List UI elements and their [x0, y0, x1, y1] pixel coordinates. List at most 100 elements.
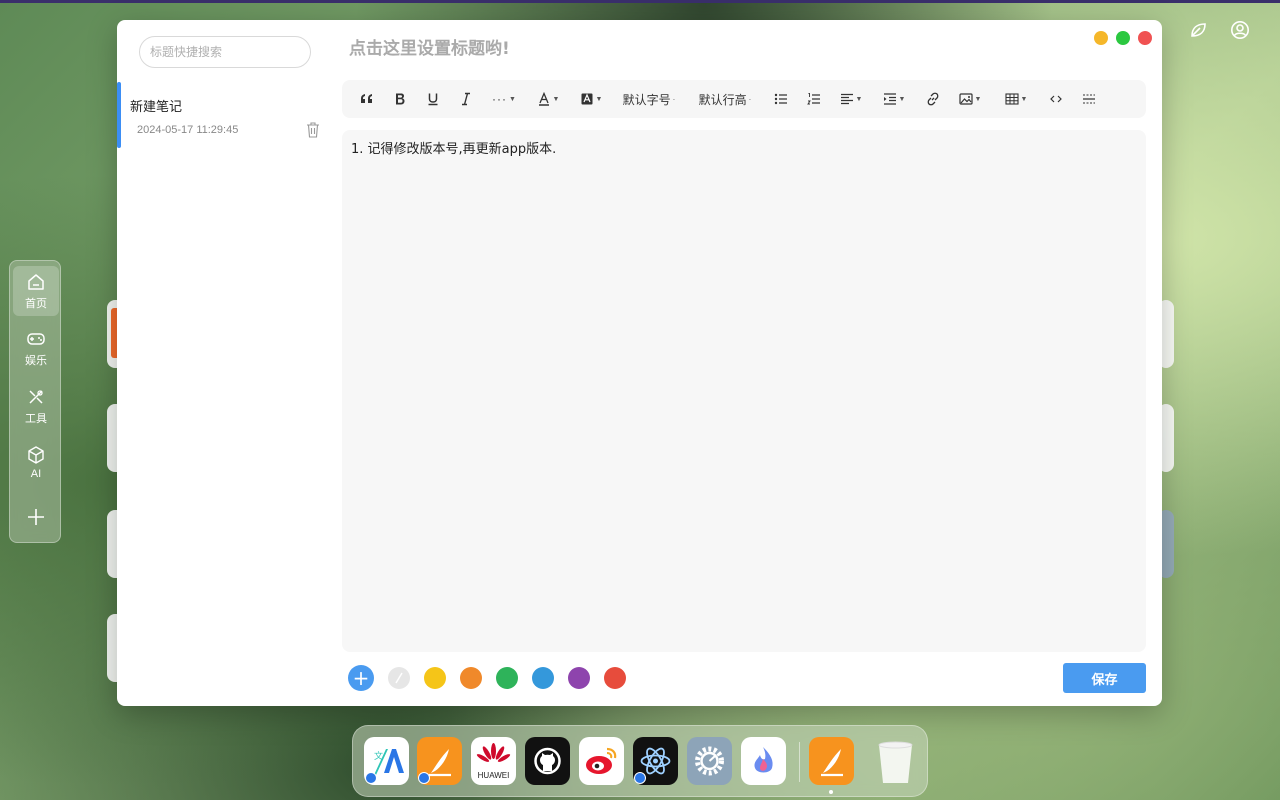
chevron-down-icon: ▼: [552, 95, 560, 103]
italic-button[interactable]: [449, 80, 482, 118]
align-dropdown[interactable]: ▼: [830, 80, 872, 118]
bold-icon: [395, 93, 404, 105]
editor-text-line: 1. 记得修改版本号,再更新app版本.: [351, 142, 557, 157]
window-controls: [1094, 31, 1152, 45]
link-icon: [927, 92, 938, 106]
more-icon: ···: [492, 92, 508, 106]
underline-icon: [428, 93, 437, 106]
translate-app[interactable]: 文: [364, 737, 409, 785]
chevron-down-icon: ▼: [595, 95, 603, 103]
font-color-dropdown[interactable]: ▼: [526, 80, 570, 118]
delete-icon[interactable]: [306, 122, 320, 138]
sidebar-item-label: AI: [30, 468, 42, 480]
bullet-list-button[interactable]: [764, 80, 797, 118]
running-indicator: [829, 790, 833, 794]
color-swatch-purple[interactable]: [568, 667, 590, 689]
indent-dropdown[interactable]: ▼: [872, 80, 916, 118]
tools-icon: [29, 390, 43, 404]
trash-app[interactable]: [873, 737, 918, 785]
quote-icon: [360, 94, 372, 103]
font-size-dropdown[interactable]: 默认字号 ·: [612, 80, 686, 118]
color-picker-row: +: [348, 665, 626, 691]
underline-button[interactable]: [416, 80, 449, 118]
bold-button[interactable]: [383, 80, 416, 118]
dock-separator: [799, 742, 800, 782]
user-icon[interactable]: [1230, 20, 1250, 44]
note-timestamp: 2024-05-17 11:29:45: [137, 124, 239, 136]
top-edge-bar: [0, 0, 1280, 3]
github-app[interactable]: [525, 737, 570, 785]
note-list-item[interactable]: 新建笔记 2024-05-17 11:29:45: [117, 82, 327, 148]
weibo-app[interactable]: [579, 737, 624, 785]
color-swatch-yellow[interactable]: [424, 667, 446, 689]
bullet-list-icon: [774, 93, 787, 105]
align-left-icon: [840, 93, 853, 105]
line-height-label: 默认行高: [698, 92, 747, 107]
link-badge-icon: [365, 772, 377, 784]
horizontal-rule-icon: [1083, 94, 1095, 104]
gamepad-icon: [27, 333, 45, 345]
indent-icon: [883, 93, 896, 105]
sidebar-item-label: 工具: [25, 413, 47, 425]
huawei-app[interactable]: HUAWEI: [471, 737, 516, 785]
trash-icon: [878, 741, 913, 783]
image-dropdown[interactable]: ▼: [949, 80, 991, 118]
notes-app-running[interactable]: [809, 737, 854, 785]
link-button[interactable]: [916, 80, 949, 118]
save-button[interactable]: 保存: [1063, 663, 1146, 693]
note-title-input[interactable]: [349, 34, 949, 64]
sidebar: 首页 娱乐 工具 AI: [9, 260, 61, 543]
svg-text:文: 文: [374, 750, 383, 762]
notes-app[interactable]: [417, 737, 462, 785]
close-button[interactable]: [1138, 31, 1152, 45]
link-badge-icon: [418, 772, 430, 784]
chevron-down-icon: ▼: [974, 95, 982, 103]
color-swatch-green[interactable]: [496, 667, 518, 689]
sidebar-item-home[interactable]: 首页: [13, 266, 59, 316]
color-swatch-none[interactable]: [388, 667, 410, 689]
search-input[interactable]: [150, 45, 300, 59]
add-color-button[interactable]: +: [348, 665, 374, 691]
divider-button[interactable]: [1071, 80, 1107, 118]
table-icon: [1004, 93, 1019, 105]
table-dropdown[interactable]: ▼: [991, 80, 1041, 118]
github-icon: [534, 747, 561, 775]
quote-button[interactable]: [350, 80, 383, 118]
background-color-dropdown[interactable]: ▼: [570, 80, 612, 118]
more-format-dropdown[interactable]: ··· ▼: [482, 80, 526, 118]
sidebar-item-entertainment[interactable]: 娱乐: [10, 329, 62, 368]
maximize-button[interactable]: [1116, 31, 1130, 45]
chevron-down-icon: ▼: [855, 95, 863, 103]
chevron-down-icon: ·: [672, 94, 676, 104]
home-icon: [28, 274, 44, 290]
editor-content[interactable]: 1. 记得修改版本号,再更新app版本.: [342, 130, 1146, 652]
line-height-dropdown[interactable]: 默认行高 ·: [686, 80, 764, 118]
editor-toolbar: ··· ▼ ▼ ▼ 默认字号 · 默认行高 · ▼ ▼ ▼ ▼: [342, 80, 1146, 118]
flame-icon: [754, 747, 773, 773]
chevron-down-icon: ·: [748, 94, 752, 104]
image-icon: [958, 93, 973, 105]
color-swatch-red[interactable]: [604, 667, 626, 689]
atom-app[interactable]: [633, 737, 678, 785]
code-button[interactable]: [1041, 80, 1071, 118]
sidebar-item-tools[interactable]: 工具: [10, 387, 62, 426]
notes-app-icon: [821, 749, 843, 777]
chevron-down-icon: ▼: [898, 95, 906, 103]
sidebar-item-label: 首页: [25, 298, 47, 310]
flame-app[interactable]: [741, 737, 786, 785]
color-swatch-blue[interactable]: [532, 667, 554, 689]
color-swatch-orange[interactable]: [460, 667, 482, 689]
settings-app[interactable]: [687, 737, 732, 785]
notes-window: 新建笔记 2024-05-17 11:29:45 ···▼ ▼ ▼: [117, 20, 1162, 706]
numbered-list-icon: [806, 93, 820, 105]
minimize-button[interactable]: [1094, 31, 1108, 45]
plus-icon: +: [352, 666, 370, 690]
sidebar-item-ai[interactable]: AI: [10, 445, 62, 480]
search-box[interactable]: [139, 36, 311, 68]
leaf-icon[interactable]: [1188, 20, 1208, 44]
chevron-down-icon: ▼: [1020, 95, 1028, 103]
numbered-list-button[interactable]: [797, 80, 830, 118]
app-dock: 文 HUAWEI: [352, 725, 928, 797]
italic-icon: [461, 92, 470, 106]
sidebar-add-button[interactable]: [10, 507, 62, 527]
